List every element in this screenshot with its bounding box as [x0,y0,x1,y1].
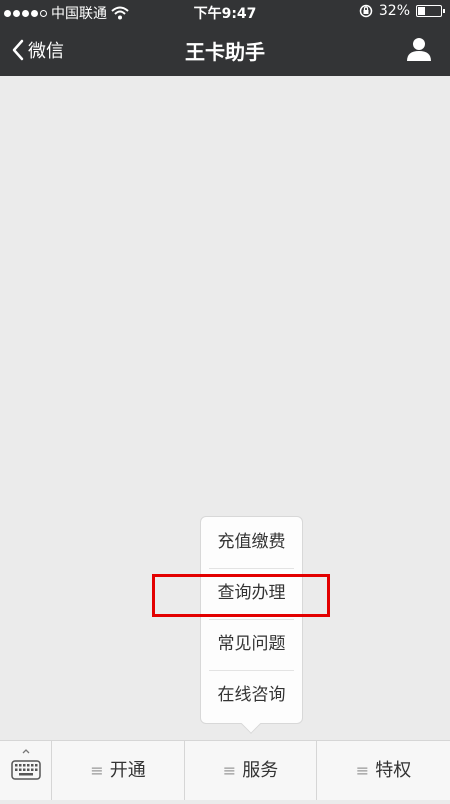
battery-icon [416,5,445,17]
menu-item-online-consult[interactable]: 在线咨询 [201,670,302,721]
menu-lines-icon: ≡ [355,761,370,780]
keyboard-icon [11,749,41,780]
service-popup-menu: 充值缴费 查询办理 常见问题 在线咨询 [200,516,303,724]
tab-privileges[interactable]: ≡ 特权 [317,741,450,800]
keyboard-toggle-button[interactable] [0,741,52,800]
tab-open-label: 开通 [109,760,146,781]
orientation-lock-icon [359,4,373,18]
menu-lines-icon: ≡ [222,761,237,780]
tab-service-label: 服务 [242,760,279,781]
status-bar: 中国联通 下午9:47 32% [0,0,450,24]
menu-item-recharge[interactable]: 充值缴费 [201,517,302,568]
profile-icon[interactable] [406,36,432,62]
menu-lines-icon: ≡ [90,761,104,780]
tab-privileges-label: 特权 [375,760,412,781]
bottom-menu-bar: ≡ 开通 ≡ 服务 ≡ 特权 [0,740,450,800]
tab-open[interactable]: ≡ 开通 [52,741,185,800]
battery-fill [418,7,425,15]
tab-service[interactable]: ≡ 服务 [185,741,317,800]
nav-bar: 微信 王卡助手 [0,24,450,76]
menu-item-faq[interactable]: 常见问题 [201,619,302,670]
top-bar: 中国联通 下午9:47 32% 微信 王卡助手 [0,0,450,76]
battery-percent: 32% [378,3,410,19]
status-right: 32% [359,3,445,19]
page-title: 王卡助手 [185,40,265,64]
battery-tip [443,9,445,13]
highlight-box [152,574,330,617]
